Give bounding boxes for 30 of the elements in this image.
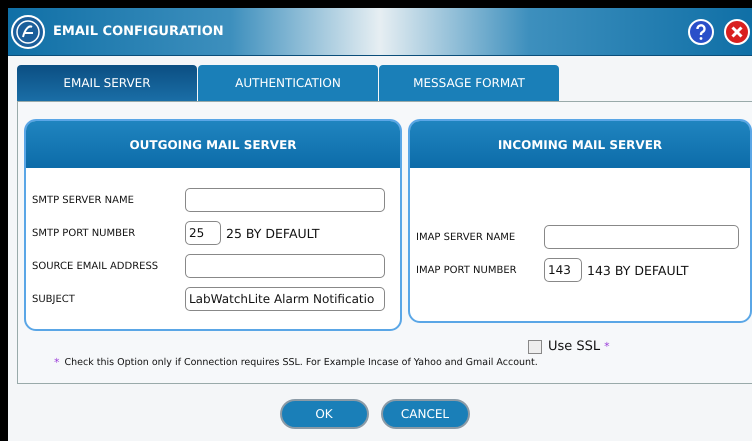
text-field[interactable]: LabWatchLite Alarm Notificatio <box>185 287 385 311</box>
panel-header: INCOMING MAIL SERVER <box>410 121 750 168</box>
field-label: SMTP PORT NUMBER <box>32 228 136 238</box>
tab[interactable]: AUTHENTICATION <box>198 65 378 101</box>
logo-icon <box>11 14 45 48</box>
field-label: IMAP SERVER NAME <box>416 232 516 242</box>
text-field[interactable] <box>185 254 385 278</box>
field-label: SUBJECT <box>32 294 76 304</box>
help-icon[interactable] <box>688 18 714 44</box>
ssl-checkbox[interactable] <box>528 340 542 354</box>
asterisk: * <box>54 356 60 369</box>
asterisk: * <box>604 340 610 353</box>
ssl-note: Check this Option only if Connection requires SSL. For Example Incase of Yahoo and Gmail Account. <box>64 357 538 368</box>
tab[interactable]: EMAIL SERVER <box>17 65 197 101</box>
field-label: SMTP SERVER NAME <box>32 194 135 206</box>
port-field[interactable]: 25 <box>185 221 221 245</box>
tab[interactable]: MESSAGE FORMAT <box>379 65 559 101</box>
default-hint: 25 BY DEFAULT <box>226 226 320 240</box>
dialog-button[interactable]: CANCEL <box>380 399 470 429</box>
ssl-label: Use SSL <box>548 339 600 354</box>
text-field[interactable] <box>544 225 739 249</box>
window-title: EMAIL CONFIGURATION <box>53 24 224 39</box>
field-label: IMAP PORT NUMBER <box>416 264 518 276</box>
field-label: SOURCE EMAIL ADDRESS <box>32 260 160 272</box>
panel-header: OUTGOING MAIL SERVER <box>26 121 400 168</box>
text-field[interactable] <box>185 188 385 212</box>
default-hint: 143 BY DEFAULT <box>587 262 688 278</box>
port-field[interactable]: 143 <box>544 258 582 282</box>
dialog-button[interactable]: OK <box>280 399 368 429</box>
close-icon[interactable] <box>724 18 750 44</box>
